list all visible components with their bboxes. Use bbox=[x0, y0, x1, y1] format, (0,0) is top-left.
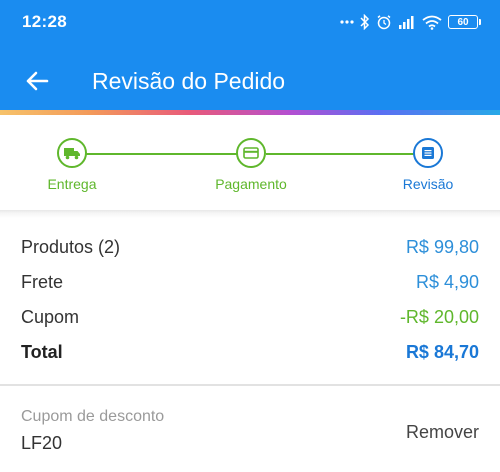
summary-value: R$ 4,90 bbox=[415, 272, 479, 292]
coupon-code: LF20 bbox=[21, 433, 63, 453]
summary-value: -R$ 20,00 bbox=[399, 307, 479, 327]
summary-label: Frete bbox=[21, 272, 64, 292]
coupon-label: Cupom de desconto bbox=[21, 408, 165, 425]
more-dots-icon bbox=[340, 20, 354, 24]
remove-coupon-button[interactable]: Remover bbox=[406, 422, 479, 443]
summary-row-coupon: Cupom -R$ 20,00 bbox=[0, 300, 500, 335]
list-icon bbox=[422, 147, 434, 159]
signal-icon bbox=[398, 15, 416, 29]
coupon-section: Cupom de desconto LF20 Remover bbox=[21, 408, 479, 464]
checkout-stepper: Entrega Pagamento Revisão bbox=[0, 115, 500, 210]
truck-icon bbox=[64, 148, 80, 160]
credit-card-icon bbox=[243, 147, 259, 159]
bluetooth-icon bbox=[360, 14, 370, 30]
summary-label: Produtos (2) bbox=[21, 237, 121, 257]
step-label: Entrega bbox=[47, 176, 97, 192]
summary-row-total: Total R$ 84,70 bbox=[0, 335, 500, 370]
summary-value: R$ 84,70 bbox=[405, 342, 479, 362]
summary-value: R$ 99,80 bbox=[405, 237, 479, 257]
section-divider bbox=[0, 210, 500, 218]
status-time: 12:28 bbox=[22, 12, 67, 31]
app-header: 12:28 60 Revisão do Pedido bbox=[0, 0, 500, 110]
status-icons: 60 bbox=[340, 11, 481, 33]
summary-row-products: Produtos (2) R$ 99,80 bbox=[0, 230, 500, 265]
step-label: Pagamento bbox=[215, 176, 287, 192]
divider bbox=[0, 384, 500, 386]
summary-label: Cupom bbox=[21, 307, 80, 327]
battery-icon: 60 bbox=[448, 15, 481, 29]
step-circle bbox=[413, 138, 443, 168]
step-circle bbox=[236, 138, 266, 168]
summary-label: Total bbox=[21, 342, 63, 362]
alarm-icon bbox=[376, 14, 392, 30]
arrow-left-icon bbox=[26, 71, 49, 91]
step-revisao[interactable]: Revisão bbox=[368, 138, 488, 192]
wifi-icon bbox=[422, 15, 442, 30]
step-entrega[interactable]: Entrega bbox=[12, 138, 132, 192]
back-button[interactable] bbox=[22, 66, 52, 96]
page-title: Revisão do Pedido bbox=[92, 68, 286, 94]
summary-row-shipping: Frete R$ 4,90 bbox=[0, 265, 500, 300]
order-summary: Produtos (2) R$ 99,80 Frete R$ 4,90 Cupo… bbox=[0, 230, 500, 370]
step-circle bbox=[57, 138, 87, 168]
step-label: Revisão bbox=[402, 176, 454, 192]
step-pagamento[interactable]: Pagamento bbox=[191, 138, 311, 192]
status-bar: 12:28 60 bbox=[0, 0, 500, 44]
